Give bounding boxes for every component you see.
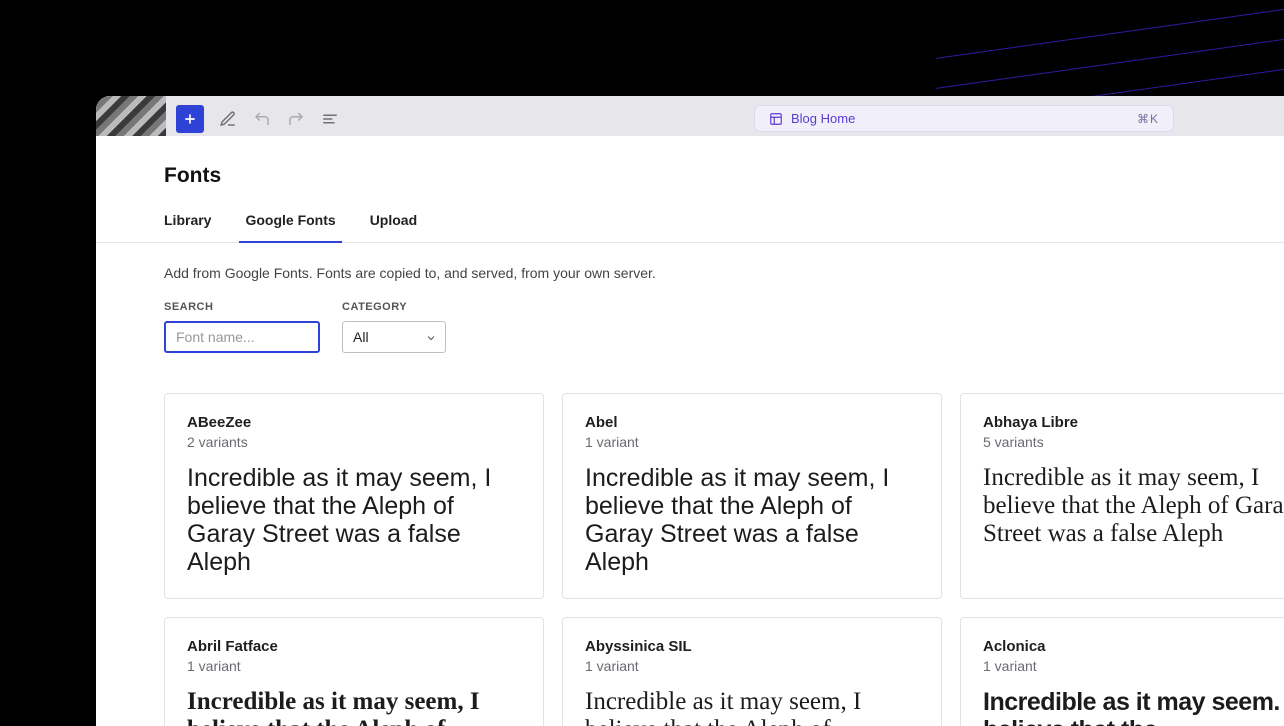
font-name: Abel — [585, 414, 919, 431]
undo-icon[interactable] — [252, 109, 272, 129]
app-window: Blog Home ⌘K Fonts Library Google Fonts … — [96, 96, 1284, 726]
keyboard-shortcut: ⌘K — [1137, 112, 1159, 126]
font-variants: 1 variant — [585, 658, 919, 674]
fonts-panel: Fonts Library Google Fonts Upload Add fr… — [96, 136, 1284, 726]
tab-upload[interactable]: Upload — [370, 212, 417, 242]
font-sample: Incredible as it may seem, I believe tha… — [585, 464, 919, 576]
font-variants: 1 variant — [585, 434, 919, 450]
font-card[interactable]: Abyssinica SIL 1 variant Incredible as i… — [562, 617, 942, 726]
font-name: Abril Fatface — [187, 638, 521, 655]
font-name: ABeeZee — [187, 414, 521, 431]
font-variants: 5 variants — [983, 434, 1284, 450]
font-sample: Incredible as it may seem. I believe tha… — [983, 688, 1284, 726]
font-sample: Incredible as it may seem, I believe tha… — [585, 688, 919, 726]
tab-google-fonts[interactable]: Google Fonts — [245, 212, 335, 242]
font-card[interactable]: Aclonica 1 variant Incredible as it may … — [960, 617, 1284, 726]
font-card[interactable]: Abel 1 variant Incredible as it may seem… — [562, 393, 942, 599]
font-grid: ABeeZee 2 variants Incredible as it may … — [96, 353, 1284, 726]
toolbar: Blog Home ⌘K — [96, 96, 1284, 141]
font-sample: Incredible as it may seem, I believe tha… — [983, 464, 1284, 548]
align-left-icon[interactable] — [320, 109, 340, 129]
panel-icon — [769, 112, 783, 126]
font-sample: Incredible as it may seem, I believe tha… — [187, 688, 521, 726]
font-card[interactable]: Abril Fatface 1 variant Incredible as it… — [164, 617, 544, 726]
panel-title: Fonts — [164, 164, 1284, 188]
font-card[interactable]: ABeeZee 2 variants Incredible as it may … — [164, 393, 544, 599]
search-input[interactable] — [164, 321, 320, 353]
page-selector[interactable]: Blog Home ⌘K — [754, 105, 1174, 132]
tabs: Library Google Fonts Upload — [96, 212, 1284, 243]
search-label: SEARCH — [164, 301, 320, 313]
add-button[interactable] — [176, 105, 204, 133]
tab-library[interactable]: Library — [164, 212, 211, 242]
page-selector-label: Blog Home — [791, 111, 855, 126]
chevron-down-icon — [425, 331, 437, 343]
category-select[interactable]: All — [342, 321, 446, 353]
edit-icon[interactable] — [218, 109, 238, 129]
category-label: CATEGORY — [342, 301, 446, 313]
category-value: All — [353, 329, 369, 345]
redo-icon[interactable] — [286, 109, 306, 129]
panel-description: Add from Google Fonts. Fonts are copied … — [96, 243, 1284, 281]
font-variants: 2 variants — [187, 434, 521, 450]
font-card[interactable]: Abhaya Libre 5 variants Incredible as it… — [960, 393, 1284, 599]
font-variants: 1 variant — [187, 658, 521, 674]
font-variants: 1 variant — [983, 658, 1284, 674]
font-sample: Incredible as it may seem, I believe tha… — [187, 464, 521, 576]
font-name: Abyssinica SIL — [585, 638, 919, 655]
font-name: Aclonica — [983, 638, 1284, 655]
font-name: Abhaya Libre — [983, 414, 1284, 431]
